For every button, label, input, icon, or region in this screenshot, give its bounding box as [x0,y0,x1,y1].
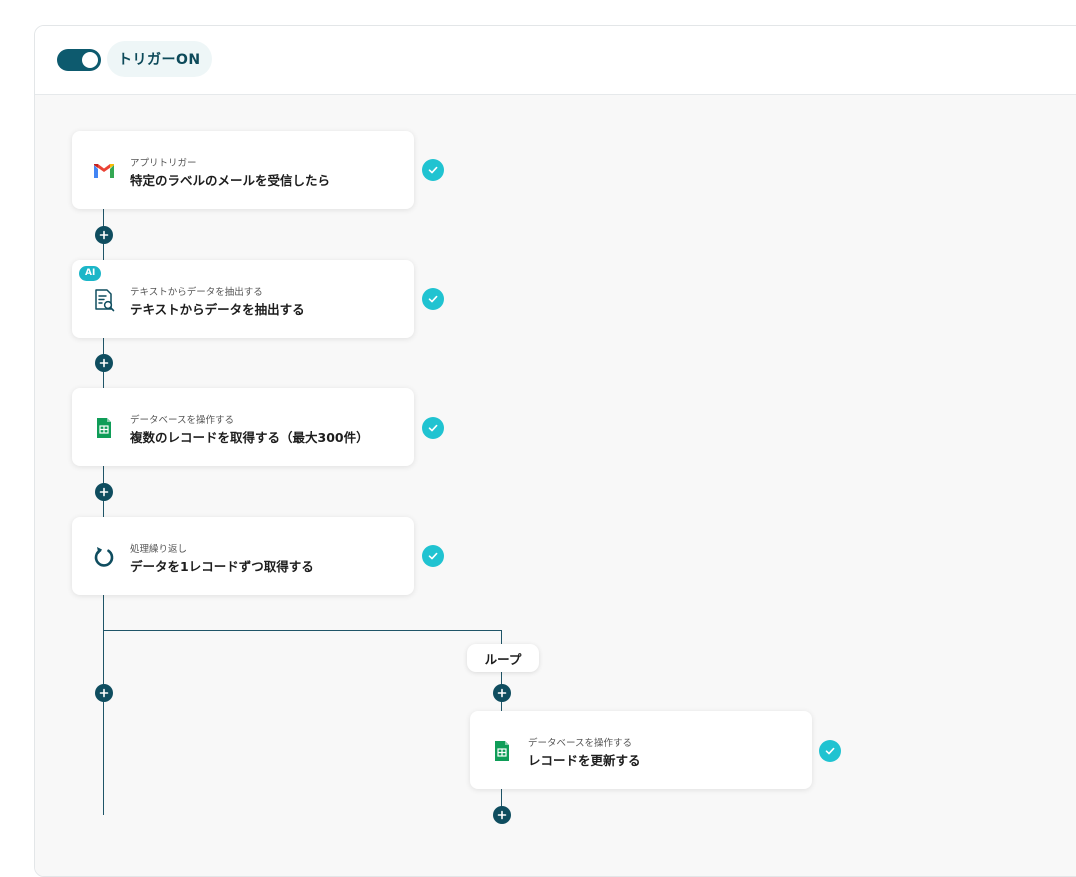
step-title: データを1レコードずつ取得する [130,559,314,574]
loop-icon [91,544,117,570]
step-title: テキストからデータを抽出する [130,302,305,317]
step-card-ai-extract[interactable]: AI テキストからデータを抽出する テキストからデータを抽出する [72,260,414,338]
trigger-status-badge: トリガーON [107,41,212,77]
toggle-knob [82,52,98,68]
gmail-icon [91,158,117,184]
document-search-icon [91,287,117,313]
step-card-mail-trigger[interactable]: アプリトリガー 特定のラベルのメールを受信したら [72,131,414,209]
step-card-get-records[interactable]: データベースを操作する 複数のレコードを取得する（最大300件） [72,388,414,466]
add-step-button[interactable] [95,226,113,244]
step-app-label: データベースを操作する [130,415,235,426]
google-sheets-icon [489,738,515,764]
check-icon [422,417,444,439]
step-title: レコードを更新する [528,753,641,768]
check-icon [422,545,444,567]
loop-label: ループ [467,644,539,672]
add-step-button[interactable] [95,483,113,501]
add-loop-step-button[interactable] [493,684,511,702]
step-title: 複数のレコードを取得する（最大300件） [130,430,369,445]
flow-panel: トリガーON アプリトリガー 特定のラベルのメールを受信したら AI テキストか… [34,25,1076,877]
step-app-label: テキストからデータを抽出する [130,287,263,298]
step-app-label: データベースを操作する [528,738,633,749]
check-icon [422,159,444,181]
trigger-status-label: トリガーON [118,52,201,68]
google-sheets-icon [91,415,117,441]
step-card-update-record[interactable]: データベースを操作する レコードを更新する [470,711,812,789]
flow-header: トリガーON [35,26,1076,95]
ai-badge: AI [79,266,102,281]
flow-canvas: アプリトリガー 特定のラベルのメールを受信したら AI テキストからデータを抽出… [35,95,1076,876]
check-icon [819,740,841,762]
add-loop-step-button[interactable] [493,806,511,824]
step-title: 特定のラベルのメールを受信したら [130,173,331,188]
trigger-toggle[interactable] [57,49,101,71]
step-app-label: アプリトリガー [130,158,197,169]
step-app-label: 処理繰り返し [130,544,188,555]
add-step-button[interactable] [95,684,113,702]
loop-branch-connector [103,630,502,631]
loop-label-text: ループ [484,651,522,667]
add-step-button[interactable] [95,354,113,372]
check-icon [422,288,444,310]
step-card-loop[interactable]: 処理繰り返し データを1レコードずつ取得する [72,517,414,595]
